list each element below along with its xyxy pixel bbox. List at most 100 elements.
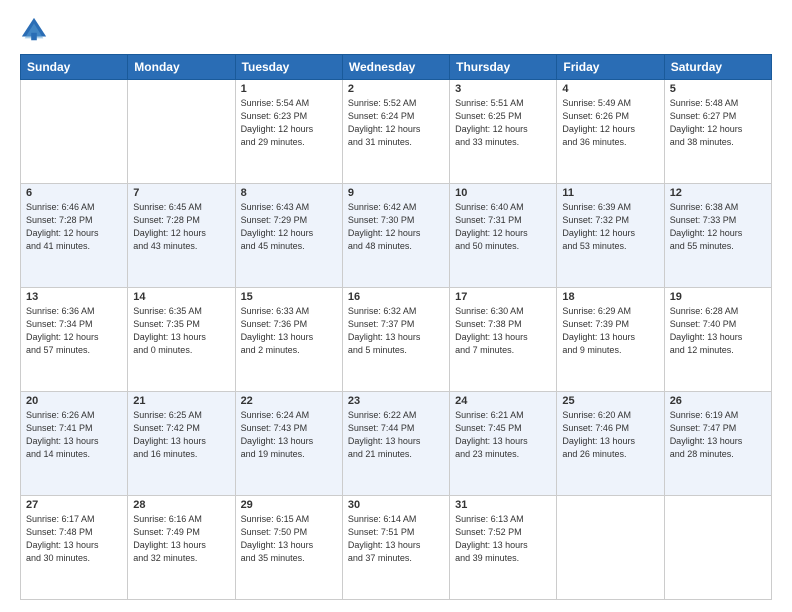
day-info: Sunrise: 6:13 AM Sunset: 7:52 PM Dayligh…	[455, 513, 551, 565]
calendar-cell: 10Sunrise: 6:40 AM Sunset: 7:31 PM Dayli…	[450, 184, 557, 288]
calendar-cell: 22Sunrise: 6:24 AM Sunset: 7:43 PM Dayli…	[235, 392, 342, 496]
calendar-header-sunday: Sunday	[21, 55, 128, 80]
calendar-cell: 9 Sunrise: 6:42 AM Sunset: 7:30 PM Daylig…	[342, 184, 449, 288]
calendar-table: SundayMondayTuesdayWednesdayThursdayFrid…	[20, 54, 772, 600]
day-number: 1	[241, 83, 337, 95]
day-info: Sunrise: 6:33 AM Sunset: 7:36 PM Dayligh…	[241, 305, 337, 357]
day-number: 31	[455, 499, 551, 511]
calendar-cell: 11 Sunrise: 6:39 AM Sunset: 7:32 PM Dayli…	[557, 184, 664, 288]
day-info: Sunrise: 6:21 AM Sunset: 7:45 PM Dayligh…	[455, 409, 551, 461]
day-info: Sunrise: 5:51 AM Sunset: 6:25 PM Dayligh…	[455, 97, 551, 149]
day-number: 18	[562, 291, 658, 303]
calendar-cell: 4 Sunrise: 5:49 AM Sunset: 6:26 PM Daylig…	[557, 80, 664, 184]
calendar-cell: 6 Sunrise: 6:46 AM Sunset: 7:28 PM Daylig…	[21, 184, 128, 288]
day-number: 30	[348, 499, 444, 511]
day-number: 14	[133, 291, 229, 303]
day-number: 17	[455, 291, 551, 303]
day-info: Sunrise: 6:28 AM Sunset: 7:40 PM Dayligh…	[670, 305, 766, 357]
day-info: Sunrise: 6:38 AM Sunset: 7:33 PM Dayligh…	[670, 201, 766, 253]
day-number: 8	[241, 187, 337, 199]
day-info: Sunrise: 6:39 AM Sunset: 7:32 PM Dayligh…	[562, 201, 658, 253]
calendar-cell: 20Sunrise: 6:26 AM Sunset: 7:41 PM Dayli…	[21, 392, 128, 496]
calendar-header-tuesday: Tuesday	[235, 55, 342, 80]
calendar-week-row: 27 Sunrise: 6:17 AM Sunset: 7:48 PM Dayli…	[21, 496, 772, 600]
calendar-cell: 14Sunrise: 6:35 AM Sunset: 7:35 PM Dayli…	[128, 288, 235, 392]
calendar-week-row: 1 Sunrise: 5:54 AM Sunset: 6:23 PM Daylig…	[21, 80, 772, 184]
day-info: Sunrise: 5:54 AM Sunset: 6:23 PM Dayligh…	[241, 97, 337, 149]
logo-icon	[20, 16, 48, 44]
day-info: Sunrise: 6:22 AM Sunset: 7:44 PM Dayligh…	[348, 409, 444, 461]
day-info: Sunrise: 5:48 AM Sunset: 6:27 PM Dayligh…	[670, 97, 766, 149]
calendar-cell: 21 Sunrise: 6:25 AM Sunset: 7:42 PM Dayli…	[128, 392, 235, 496]
day-number: 11	[562, 187, 658, 199]
day-number: 3	[455, 83, 551, 95]
day-info: Sunrise: 6:46 AM Sunset: 7:28 PM Dayligh…	[26, 201, 122, 253]
day-number: 16	[348, 291, 444, 303]
day-number: 29	[241, 499, 337, 511]
day-number: 13	[26, 291, 122, 303]
day-number: 19	[670, 291, 766, 303]
day-number: 23	[348, 395, 444, 407]
calendar-cell	[128, 80, 235, 184]
page: SundayMondayTuesdayWednesdayThursdayFrid…	[0, 0, 792, 612]
day-number: 9	[348, 187, 444, 199]
day-number: 28	[133, 499, 229, 511]
calendar-cell: 15Sunrise: 6:33 AM Sunset: 7:36 PM Dayli…	[235, 288, 342, 392]
day-info: Sunrise: 6:20 AM Sunset: 7:46 PM Dayligh…	[562, 409, 658, 461]
calendar-cell: 19 Sunrise: 6:28 AM Sunset: 7:40 PM Dayli…	[664, 288, 771, 392]
day-info: Sunrise: 6:42 AM Sunset: 7:30 PM Dayligh…	[348, 201, 444, 253]
day-info: Sunrise: 6:26 AM Sunset: 7:41 PM Dayligh…	[26, 409, 122, 461]
calendar-cell: 23 Sunrise: 6:22 AM Sunset: 7:44 PM Dayli…	[342, 392, 449, 496]
day-info: Sunrise: 6:45 AM Sunset: 7:28 PM Dayligh…	[133, 201, 229, 253]
day-number: 27	[26, 499, 122, 511]
day-info: Sunrise: 5:49 AM Sunset: 6:26 PM Dayligh…	[562, 97, 658, 149]
calendar-header-row: SundayMondayTuesdayWednesdayThursdayFrid…	[21, 55, 772, 80]
day-info: Sunrise: 6:17 AM Sunset: 7:48 PM Dayligh…	[26, 513, 122, 565]
calendar-cell: 13Sunrise: 6:36 AM Sunset: 7:34 PM Dayli…	[21, 288, 128, 392]
day-number: 2	[348, 83, 444, 95]
day-number: 25	[562, 395, 658, 407]
day-info: Sunrise: 6:16 AM Sunset: 7:49 PM Dayligh…	[133, 513, 229, 565]
calendar-week-row: 6 Sunrise: 6:46 AM Sunset: 7:28 PM Daylig…	[21, 184, 772, 288]
calendar-cell: 3 Sunrise: 5:51 AM Sunset: 6:25 PM Daylig…	[450, 80, 557, 184]
day-number: 24	[455, 395, 551, 407]
day-number: 4	[562, 83, 658, 95]
day-info: Sunrise: 6:30 AM Sunset: 7:38 PM Dayligh…	[455, 305, 551, 357]
day-number: 26	[670, 395, 766, 407]
day-number: 21	[133, 395, 229, 407]
calendar-cell	[557, 496, 664, 600]
day-number: 5	[670, 83, 766, 95]
day-info: Sunrise: 6:24 AM Sunset: 7:43 PM Dayligh…	[241, 409, 337, 461]
calendar-cell: 28 Sunrise: 6:16 AM Sunset: 7:49 PM Dayli…	[128, 496, 235, 600]
calendar-header-friday: Friday	[557, 55, 664, 80]
day-info: Sunrise: 6:32 AM Sunset: 7:37 PM Dayligh…	[348, 305, 444, 357]
calendar-cell: 16 Sunrise: 6:32 AM Sunset: 7:37 PM Dayli…	[342, 288, 449, 392]
calendar-header-thursday: Thursday	[450, 55, 557, 80]
calendar-week-row: 13Sunrise: 6:36 AM Sunset: 7:34 PM Dayli…	[21, 288, 772, 392]
day-info: Sunrise: 6:40 AM Sunset: 7:31 PM Dayligh…	[455, 201, 551, 253]
calendar-week-row: 20Sunrise: 6:26 AM Sunset: 7:41 PM Dayli…	[21, 392, 772, 496]
calendar-cell: 17 Sunrise: 6:30 AM Sunset: 7:38 PM Dayli…	[450, 288, 557, 392]
calendar-header-monday: Monday	[128, 55, 235, 80]
day-info: Sunrise: 6:25 AM Sunset: 7:42 PM Dayligh…	[133, 409, 229, 461]
calendar-cell: 30 Sunrise: 6:14 AM Sunset: 7:51 PM Dayli…	[342, 496, 449, 600]
calendar-cell: 26 Sunrise: 6:19 AM Sunset: 7:47 PM Dayli…	[664, 392, 771, 496]
calendar-cell	[664, 496, 771, 600]
day-info: Sunrise: 6:43 AM Sunset: 7:29 PM Dayligh…	[241, 201, 337, 253]
calendar-cell: 24 Sunrise: 6:21 AM Sunset: 7:45 PM Dayli…	[450, 392, 557, 496]
day-info: Sunrise: 6:15 AM Sunset: 7:50 PM Dayligh…	[241, 513, 337, 565]
day-info: Sunrise: 6:29 AM Sunset: 7:39 PM Dayligh…	[562, 305, 658, 357]
calendar-cell: 29 Sunrise: 6:15 AM Sunset: 7:50 PM Dayli…	[235, 496, 342, 600]
day-info: Sunrise: 6:19 AM Sunset: 7:47 PM Dayligh…	[670, 409, 766, 461]
day-number: 12	[670, 187, 766, 199]
calendar-cell: 27 Sunrise: 6:17 AM Sunset: 7:48 PM Dayli…	[21, 496, 128, 600]
calendar-cell	[21, 80, 128, 184]
day-info: Sunrise: 6:14 AM Sunset: 7:51 PM Dayligh…	[348, 513, 444, 565]
calendar-cell: 25 Sunrise: 6:20 AM Sunset: 7:46 PM Dayli…	[557, 392, 664, 496]
calendar-header-saturday: Saturday	[664, 55, 771, 80]
calendar-cell: 1 Sunrise: 5:54 AM Sunset: 6:23 PM Daylig…	[235, 80, 342, 184]
calendar-cell: 7Sunrise: 6:45 AM Sunset: 7:28 PM Daylig…	[128, 184, 235, 288]
calendar-cell: 12 Sunrise: 6:38 AM Sunset: 7:33 PM Dayli…	[664, 184, 771, 288]
day-number: 6	[26, 187, 122, 199]
header	[20, 16, 772, 44]
